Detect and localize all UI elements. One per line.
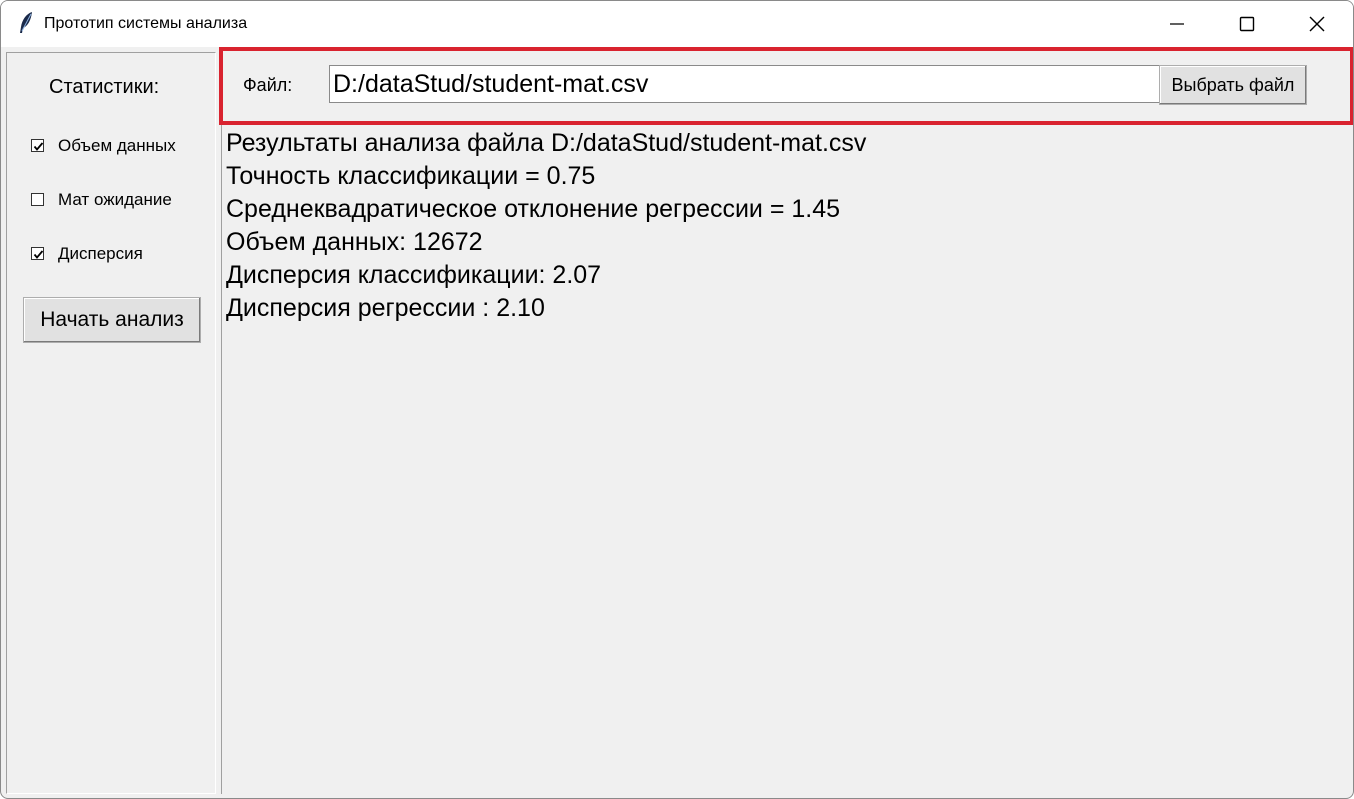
checkbox-label[interactable]: Дисперсия — [58, 244, 143, 264]
statistics-heading: Статистики: — [49, 76, 160, 98]
analysis-results: Результаты анализа файла D:/dataStud/stu… — [226, 127, 1346, 325]
minimize-button[interactable] — [1142, 1, 1212, 47]
result-line: Дисперсия регрессии : 2.10 — [226, 294, 545, 322]
result-line: Среднеквадратическое отклонение регресси… — [226, 195, 841, 223]
checkmark-icon — [33, 142, 44, 151]
start-analysis-button[interactable]: Начать анализ — [23, 297, 201, 343]
checkbox-label[interactable]: Мат ожидание — [58, 190, 172, 210]
maximize-icon — [1239, 16, 1255, 32]
close-icon — [1309, 16, 1325, 32]
minimize-icon — [1170, 23, 1184, 25]
close-button[interactable] — [1282, 1, 1352, 47]
choose-file-button[interactable]: Выбрать файл — [1159, 65, 1307, 105]
app-window: Прототип системы анализа Статистики: Объ… — [0, 0, 1354, 799]
file-selection-frame: Файл: D:/dataStud/student-mat.csv Выбрат… — [219, 47, 1353, 125]
maximize-button[interactable] — [1212, 1, 1282, 47]
result-line: Дисперсия классификации: 2.07 — [226, 261, 602, 289]
file-label: Файл: — [243, 75, 293, 95]
checkmark-icon — [33, 250, 44, 259]
checkbox-box[interactable] — [31, 247, 44, 260]
title-bar[interactable]: Прототип системы анализа — [1, 1, 1353, 47]
checkbox-box[interactable] — [31, 193, 44, 206]
result-line: Точность классификации = 0.75 — [226, 162, 596, 190]
result-line: Результаты анализа файла D:/dataStud/stu… — [226, 129, 867, 157]
feather-icon — [17, 11, 35, 35]
checkbox-box[interactable] — [31, 139, 44, 152]
window-title: Прототип системы анализа — [44, 15, 248, 32]
statistics-sidebar: Статистики: Объем данных Мат ожидание Ди… — [6, 52, 216, 794]
result-line: Объем данных: 12672 — [226, 228, 483, 256]
checkbox-label[interactable]: Объем данных — [58, 136, 176, 156]
file-path-input[interactable]: D:/dataStud/student-mat.csv — [329, 65, 1161, 103]
